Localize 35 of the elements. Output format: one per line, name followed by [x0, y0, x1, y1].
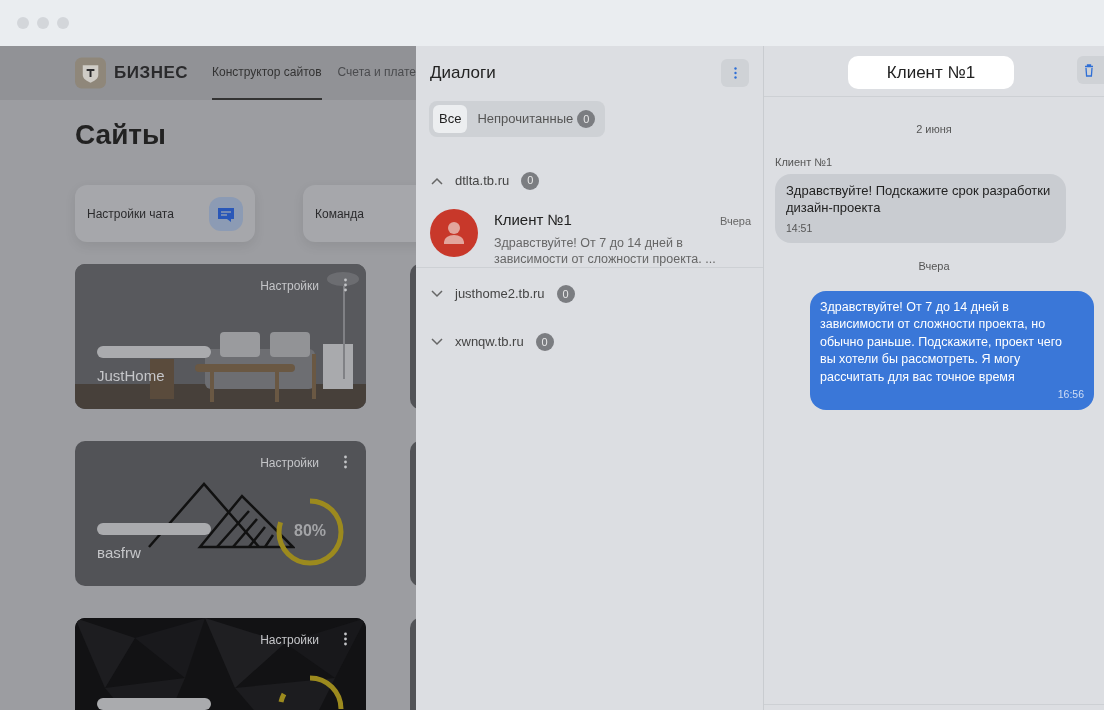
filter-tab[interactable]: Все: [433, 105, 468, 133]
nav-tab[interactable]: Конструктор сайтов: [212, 46, 322, 100]
group-header[interactable]: xwnqw.tb.ru 0: [416, 318, 763, 366]
date-separator: 2 июня: [915, 122, 953, 137]
chat-time: Вчера: [719, 213, 751, 229]
site-card[interactable]: Настройки JustHome: [75, 264, 366, 409]
group-header[interactable]: justhome2.tb.ru 0: [416, 270, 763, 318]
date-separator: Вчера: [917, 259, 951, 274]
settings-link[interactable]: Настройки: [260, 631, 319, 649]
action-card[interactable]: Команда: [303, 185, 416, 242]
count-badge: 0: [521, 171, 540, 190]
message-preview: Здравствуйте! От 7 до 14 дней в зависимости от сложности проекта. ...: [494, 235, 717, 267]
action-label: Команда: [315, 205, 364, 223]
message-bubble: Здравствуйте! Подскажите срок разработки дизайн-проекта 14:51: [775, 174, 1066, 243]
action-card[interactable]: Настройки чата: [75, 185, 255, 242]
count-badge: 0: [556, 285, 575, 303]
site-card[interactable]: Настройки 80% вasfrw: [75, 441, 366, 586]
panel-title: Диалоги: [430, 62, 496, 85]
filter-tab[interactable]: Непрочитанные 0: [471, 105, 602, 133]
chat-name: Клиент №1: [494, 209, 572, 230]
action-label: Настройки чата: [87, 205, 174, 223]
site-name: вasfrw: [97, 542, 141, 563]
group-header[interactable]: dtlta.tb.ru 0: [416, 170, 763, 191]
chat-item[interactable]: Клиент №1 Вчера Здравствуйте! От 7 до 14 дней в зависимости от сложности проекта. ...: [416, 202, 763, 268]
chat-title: Клиент №1: [848, 56, 1014, 89]
page-title: Сайты: [75, 118, 167, 152]
count-badge: 0: [577, 109, 596, 128]
site-name: JustHome: [97, 365, 165, 386]
message-bubble: Здравствуйте! От 7 до 14 дней в зависимости от сложности проекта, но обычно раньше. Подскажите, проект чего вы хотели бы рассмотреть. Я могу рассчитать для вас точное время 16:56: [810, 290, 1094, 410]
settings-link[interactable]: Настройки: [260, 277, 319, 295]
settings-link[interactable]: Настройки: [260, 454, 319, 472]
count-badge: 0: [535, 333, 554, 351]
progress-value: 80%: [294, 521, 326, 541]
sender-name: Клиент №1: [774, 154, 834, 170]
brand-name[interactable]: БИЗНЕС: [114, 60, 189, 86]
